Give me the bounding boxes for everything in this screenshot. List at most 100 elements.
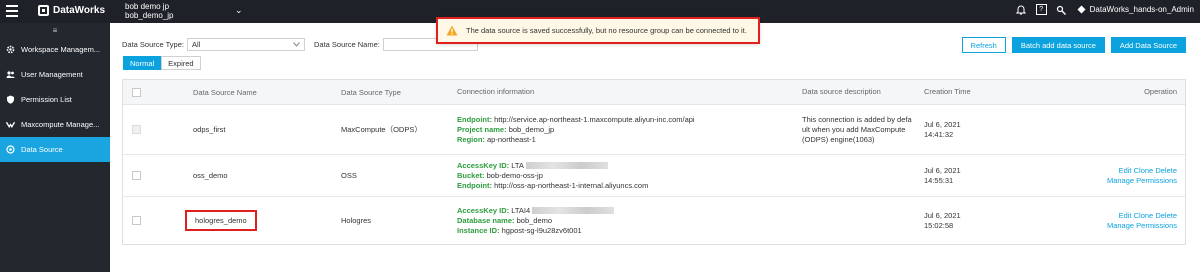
conn-value: bob-demo-oss-jp [486, 170, 543, 180]
sidebar-item-label: Workspace Managem... [21, 45, 101, 54]
sidebar-item-label: User Management [21, 70, 83, 79]
conn-key: Project name: [457, 124, 507, 134]
tools-icon[interactable] [1056, 4, 1067, 15]
workspace-switcher[interactable]: bob demo jp bob_demo_jp [125, 2, 173, 20]
table-row: hologres_demo Hologres AccessKey ID: LTA… [123, 197, 1185, 244]
data-source-name: oss_demo [193, 171, 228, 180]
creation-time: Jul 6, 2021 14:55:31 [924, 166, 1014, 186]
delete-link[interactable]: Delete [1155, 211, 1177, 220]
conn-value: http://service.ap-northeast-1.maxcompute… [494, 114, 695, 124]
tab-normal[interactable]: Normal [123, 56, 162, 70]
status-toggle: Normal Expired [123, 56, 201, 70]
redacted-value [532, 207, 615, 215]
operation-cell: Edit Clone Delete Manage Permissions [1014, 211, 1185, 231]
data-source-name: hologres_demo [185, 210, 257, 231]
select-all-checkbox[interactable] [132, 87, 141, 97]
clone-link[interactable]: Clone [1134, 166, 1154, 175]
sidebar-collapse-icon[interactable]: ≡ [0, 23, 110, 37]
hamburger-menu-icon[interactable] [6, 5, 18, 17]
data-source-name-label: Data Source Name: [313, 40, 380, 49]
data-source-type: OSS [341, 171, 357, 180]
data-source-type-select[interactable]: All [186, 38, 305, 51]
conn-value: LTA [511, 160, 524, 170]
conn-key: Instance ID: [457, 225, 500, 235]
sidebar-item-label: Data Source [21, 145, 63, 154]
clone-link[interactable]: Clone [1134, 211, 1154, 220]
header-description: Data source description [802, 87, 881, 96]
user-name: DataWorks_hands-on_Admin [1089, 5, 1194, 14]
manage-permissions-link[interactable]: Manage Permissions [1014, 176, 1177, 186]
conn-value: LTAI4 [511, 205, 531, 215]
sidebar-item-data-source[interactable]: Data Source [0, 137, 110, 162]
chevron-down-icon[interactable]: ⌄ [235, 5, 243, 16]
row-checkbox[interactable] [132, 216, 141, 225]
sidebar-item-label: Maxcompute Manage... [21, 120, 100, 129]
shield-icon [6, 95, 15, 104]
filter-bar: Data Source Type: All Data Source Name: [122, 38, 478, 51]
creation-date: Jul 6, 2021 [924, 165, 961, 175]
table-row: oss_demo OSS AccessKey ID: LTA Bucket: b… [123, 155, 1185, 197]
action-buttons: Refresh Batch add data source Add Data S… [961, 37, 1186, 53]
header-type: Data Source Type [341, 87, 401, 97]
sidebar-item-label: Permission List [21, 95, 72, 104]
sidebar: ≡ Workspace Managem... User Management P… [0, 23, 110, 272]
data-source-type: Hologres [341, 216, 372, 225]
sidebar-item-maxcompute-management[interactable]: Maxcompute Manage... [0, 112, 110, 137]
conn-key: AccessKey ID: [457, 160, 510, 170]
data-source-icon [6, 145, 15, 154]
refresh-button[interactable]: Refresh [961, 37, 1006, 53]
data-source-table: Data Source Name Data Source Type Connec… [122, 79, 1186, 245]
data-source-type: MaxCompute（ODPS） [341, 125, 422, 134]
connection-info: AccessKey ID: LTAI4 Database name: bob_d… [457, 206, 802, 236]
chevron-down-icon [293, 40, 300, 49]
conn-key: Endpoint: [457, 114, 492, 124]
manage-permissions-link[interactable]: Manage Permissions [1014, 221, 1177, 231]
conn-key: Region: [457, 134, 485, 144]
sidebar-item-workspace-management[interactable]: Workspace Managem... [0, 37, 110, 62]
gear-icon [6, 45, 15, 54]
header-connection: Connection information [457, 87, 535, 96]
header-name: Data Source Name [193, 87, 257, 97]
row-checkbox [132, 125, 141, 134]
creation-date: Jul 6, 2021 [924, 210, 961, 220]
table-row: odps_first MaxCompute（ODPS） Endpoint: ht… [123, 105, 1185, 155]
toast-message: The data source is saved successfully, b… [466, 26, 747, 35]
workspace-display-name: bob demo jp [125, 2, 170, 11]
operation-cell: Edit Clone Delete Manage Permissions [1014, 166, 1185, 186]
data-source-type-value: All [191, 40, 201, 49]
data-source-name-cell: hologres_demo [185, 210, 341, 231]
tab-expired[interactable]: Expired [161, 56, 201, 70]
dataworks-logo-icon [38, 5, 49, 16]
user-menu[interactable]: DataWorks_hands-on_Admin [1076, 4, 1194, 15]
creation-clock: 14:41:32 [924, 129, 954, 139]
warning-icon [446, 25, 458, 36]
sidebar-item-user-management[interactable]: User Management [0, 62, 110, 87]
conn-value: ap-northeast-1 [487, 134, 536, 144]
edit-link[interactable]: Edit [1119, 211, 1132, 220]
description-line: (ODPS) engine(1063) [802, 134, 875, 144]
conn-value: hgpost-sg-l9u28zv6t001 [501, 225, 582, 235]
add-data-source-button[interactable]: Add Data Source [1110, 37, 1186, 53]
sidebar-item-permission-list[interactable]: Permission List [0, 87, 110, 112]
description-line: This connection is added by defa [802, 114, 912, 124]
help-icon[interactable]: ? [1035, 4, 1047, 15]
description-line: ult when you add MaxCompute [802, 124, 906, 134]
data-source-description: This connection is added by defa ult whe… [802, 115, 924, 145]
edit-link[interactable]: Edit [1119, 166, 1132, 175]
batch-add-data-source-button[interactable]: Batch add data source [1011, 37, 1105, 53]
diamond-user-icon [1076, 4, 1087, 15]
table-header: Data Source Name Data Source Type Connec… [123, 80, 1185, 105]
workspace-id: bob_demo_jp [125, 11, 174, 20]
conn-value: http://oss-ap-northeast-1-internal.aliyu… [494, 180, 649, 190]
warning-toast: The data source is saved successfully, b… [436, 17, 760, 44]
bell-icon[interactable] [1016, 4, 1027, 15]
creation-clock: 15:02:58 [924, 220, 954, 230]
main-content: Data Source Type: All Data Source Name: … [110, 23, 1200, 272]
conn-key: Bucket: [457, 170, 485, 180]
conn-value: bob_demo [516, 215, 553, 225]
creation-clock: 14:55:31 [924, 175, 954, 185]
row-checkbox[interactable] [132, 171, 141, 180]
dataworks-logo[interactable]: DataWorks [38, 5, 105, 16]
connection-info: Endpoint: http://service.ap-northeast-1.… [457, 115, 802, 145]
delete-link[interactable]: Delete [1155, 166, 1177, 175]
